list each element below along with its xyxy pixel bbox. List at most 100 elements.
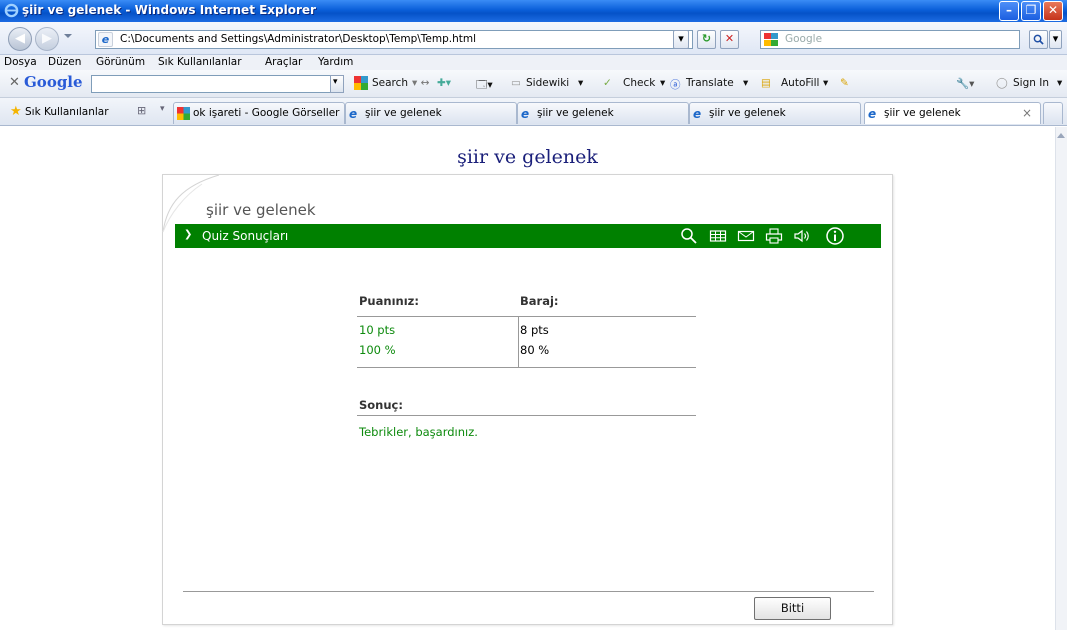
info-icon[interactable] xyxy=(825,226,845,246)
scroll-up-icon[interactable] xyxy=(1057,133,1065,138)
history-dropdown-icon[interactable] xyxy=(64,34,72,38)
done-button[interactable]: Bitti xyxy=(754,597,831,620)
speaker-icon[interactable] xyxy=(793,227,811,245)
threshold-header: Baraj: xyxy=(520,294,559,308)
check-dropdown-icon[interactable]: ▾ xyxy=(660,77,665,89)
address-field[interactable]: e C:\Documents and Settings\Administrato… xyxy=(95,30,693,49)
magnifier-icon xyxy=(1033,34,1044,45)
tab-label: ok işareti - Google Görseller xyxy=(193,107,340,119)
tab-siir-active[interactable]: e şiir ve gelenek × xyxy=(864,102,1041,124)
quiz-panel: şiir ve gelenek ❯ Quiz Sonuçları Puanını… xyxy=(162,174,893,625)
window-title: şiir ve gelenek - Windows Internet Explo… xyxy=(22,3,316,17)
table-icon[interactable] xyxy=(709,227,727,245)
autofill-dropdown-icon[interactable]: ▾ xyxy=(823,77,828,89)
tab-siir-1[interactable]: e şiir ve gelenek xyxy=(345,102,517,124)
search-dropdown-icon[interactable]: ▾ ↔ xyxy=(412,77,429,89)
sidewiki-dropdown-icon[interactable]: ▾ xyxy=(578,77,583,89)
quiz-header-bar: ❯ Quiz Sonuçları xyxy=(175,224,881,248)
quiz-title: şiir ve gelenek xyxy=(206,201,316,219)
menu-dosya[interactable]: Dosya xyxy=(4,56,37,68)
stop-button[interactable]: ✕ xyxy=(720,30,739,49)
plus-icon[interactable]: ✚▾ xyxy=(437,77,451,89)
translate-button[interactable]: Translate xyxy=(686,77,734,89)
tab-label: şiir ve gelenek xyxy=(709,107,786,119)
minimize-button[interactable]: – xyxy=(999,1,1019,21)
sign-in-dropdown-icon[interactable]: ▾ xyxy=(1057,77,1062,89)
ie-page-icon: e xyxy=(521,107,530,121)
menu-gorunum[interactable]: Görünüm xyxy=(96,56,145,68)
favorites-button[interactable]: ★ Sık Kullanılanlar xyxy=(10,104,109,119)
check-button[interactable]: Check xyxy=(623,77,655,89)
search-options-button[interactable]: ▾ xyxy=(1049,30,1062,49)
search-icon[interactable] xyxy=(680,227,698,245)
google-icon xyxy=(354,76,368,90)
page-icon: e xyxy=(98,32,113,47)
refresh-button[interactable]: ↻ xyxy=(697,30,716,49)
tab-label: şiir ve gelenek xyxy=(365,107,442,119)
close-toolbar-icon[interactable]: ✕ xyxy=(9,75,20,90)
autofill-button[interactable]: AutoFill xyxy=(781,77,819,89)
score-header: Puanınız: xyxy=(359,294,419,308)
table-bottom-line xyxy=(357,367,696,368)
threshold-points: 8 pts xyxy=(520,323,549,337)
user-circle-icon: ◯ xyxy=(996,77,1008,89)
print-icon[interactable] xyxy=(765,227,783,245)
search-button[interactable] xyxy=(1029,30,1048,49)
score-points: 10 pts xyxy=(359,323,396,337)
window-titlebar: şiir ve gelenek - Windows Internet Explo… xyxy=(0,0,1067,22)
result-divider xyxy=(357,415,696,416)
footer-divider xyxy=(183,591,874,592)
highlighter-icon[interactable]: ✎ xyxy=(840,77,849,89)
back-button[interactable]: ◀ xyxy=(8,27,32,51)
tab-google-images[interactable]: ok işareti - Google Görseller xyxy=(173,102,345,124)
tab-label: şiir ve gelenek xyxy=(537,107,614,119)
google-logo-icon xyxy=(764,33,778,46)
page-title: şiir ve gelenek xyxy=(457,146,598,168)
sidewiki-button[interactable]: Sidewiki xyxy=(526,77,569,89)
ie-page-icon: e xyxy=(349,107,358,121)
chevron-right-icon: ❯ xyxy=(184,229,193,240)
ie-page-icon: e xyxy=(693,107,702,121)
address-dropdown-button[interactable]: ▾ xyxy=(673,30,689,49)
maximize-button[interactable]: ❐ xyxy=(1021,1,1041,21)
menu-tools[interactable]: Araçlar xyxy=(265,56,302,68)
close-window-button[interactable]: ✕ xyxy=(1043,1,1063,21)
score-percent: 100 % xyxy=(359,343,396,357)
search-field[interactable]: Google xyxy=(760,30,1020,49)
tab-list-dropdown-icon[interactable]: ▾ xyxy=(160,104,165,114)
google-search-dropdown[interactable]: ▾ xyxy=(330,75,344,93)
address-url: C:\Documents and Settings\Administrator\… xyxy=(120,33,477,45)
tab-siir-3[interactable]: e şiir ve gelenek xyxy=(689,102,861,124)
wrench-icon[interactable]: 🔧▾ xyxy=(956,77,974,90)
translate-icon: ⓐ xyxy=(670,79,681,91)
ie-logo-icon xyxy=(4,3,19,18)
forward-button[interactable]: ▶ xyxy=(35,27,59,51)
google-logo: Google xyxy=(24,73,83,91)
header-divider xyxy=(357,316,696,317)
menu-duzen[interactable]: Düzen xyxy=(48,56,81,68)
ie-page-icon: e xyxy=(868,107,877,121)
tab-bar: ★ Sık Kullanılanlar ⊞ ▾ ok işareti - Goo… xyxy=(0,98,1067,126)
tab-label: şiir ve gelenek xyxy=(884,107,961,119)
menu-help[interactable]: Yardım xyxy=(318,56,353,68)
google-search-input[interactable] xyxy=(91,75,343,93)
window-icon[interactable]: 🗔▾ xyxy=(476,77,493,95)
search-placeholder: Google xyxy=(785,33,823,45)
close-tab-icon[interactable]: × xyxy=(1022,106,1032,120)
menu-bar: Dosya Düzen Görünüm Sık Kullanılanlar Ar… xyxy=(0,55,1067,70)
translate-dropdown-icon[interactable]: ▾ xyxy=(743,77,748,89)
quiz-section-label: Quiz Sonuçları xyxy=(202,229,289,243)
google-search-button[interactable]: Search xyxy=(372,77,408,89)
menu-favorites[interactable]: Sık Kullanılanlar xyxy=(158,56,242,68)
tab-siir-2[interactable]: e şiir ve gelenek xyxy=(517,102,689,124)
mail-icon[interactable] xyxy=(737,227,755,245)
sign-in-button[interactable]: Sign In xyxy=(1013,77,1049,89)
spellcheck-icon: ✓ xyxy=(603,77,612,89)
threshold-percent: 80 % xyxy=(520,343,550,357)
google-tab-icon xyxy=(177,107,190,120)
google-toolbar: ✕ Google ▾ Search ▾ ↔ ✚▾ 🗔▾ ▭ Sidewiki ▾… xyxy=(0,70,1067,98)
vertical-scrollbar[interactable] xyxy=(1055,127,1067,630)
quick-tabs-icon[interactable]: ⊞ xyxy=(137,104,146,117)
new-tab-button[interactable] xyxy=(1043,102,1063,124)
star-icon: ★ xyxy=(10,104,22,119)
